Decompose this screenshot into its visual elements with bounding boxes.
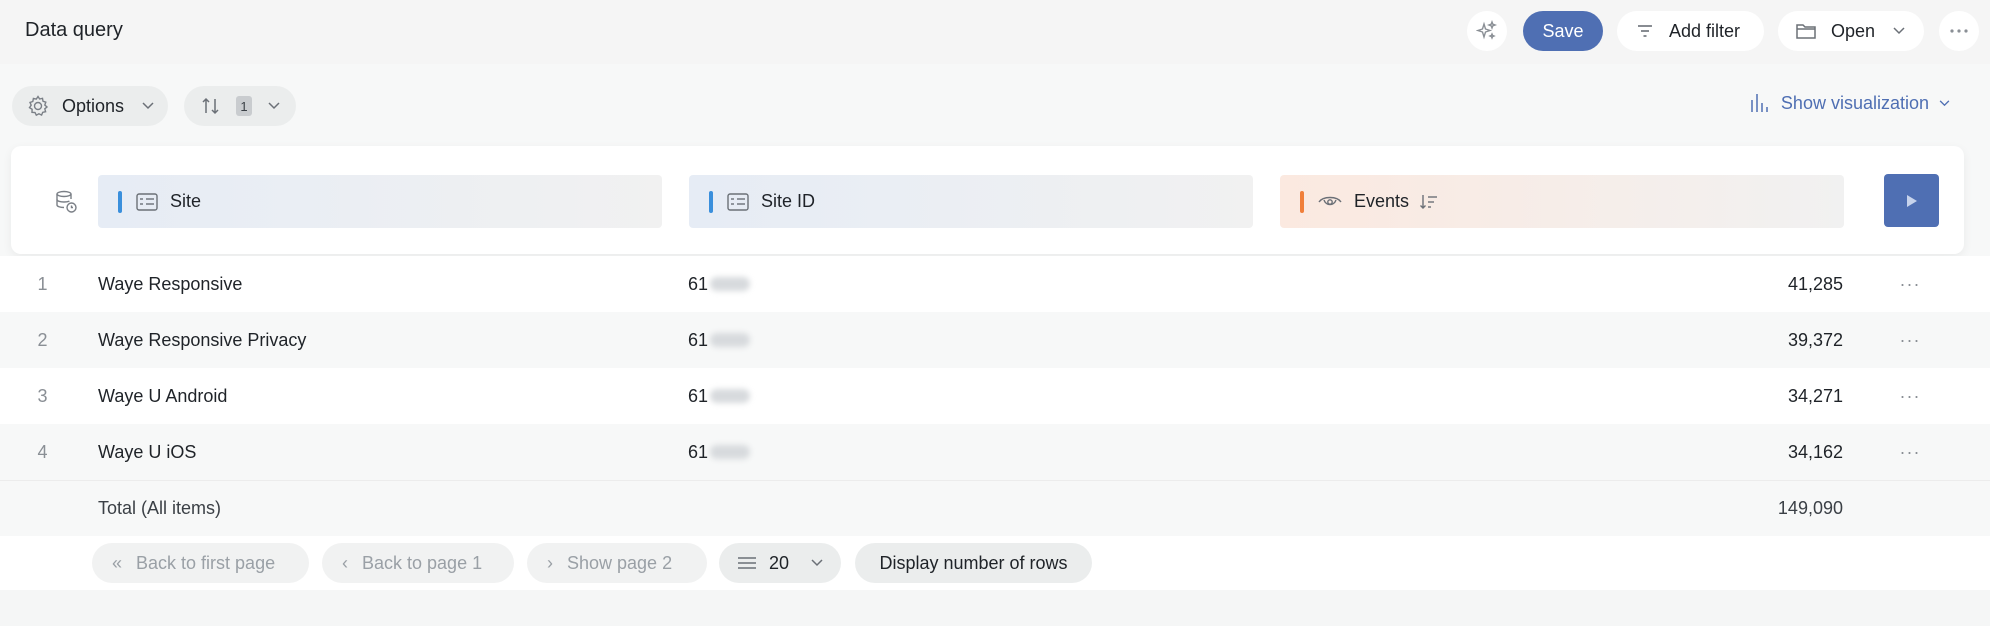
site-cell: Waye Responsive Privacy	[98, 329, 307, 350]
site-cell: Waye U iOS	[98, 441, 197, 462]
redacted-value	[710, 277, 751, 291]
chevron-down-icon	[1893, 27, 1905, 35]
events-cell: 41,285	[1787, 273, 1843, 294]
site-id-cell: 61	[688, 441, 751, 463]
redacted-value	[710, 333, 751, 347]
display-rows-label: Display number of rows	[879, 552, 1068, 573]
display-rows-button[interactable]: Display number of rows	[855, 543, 1092, 583]
rows-per-page-select[interactable]: 20	[719, 543, 841, 583]
site-cell: Waye U Android	[98, 385, 228, 406]
page-title: Data query	[25, 19, 123, 41]
run-query-button[interactable]	[1884, 174, 1939, 227]
chevron-down-icon	[811, 559, 823, 567]
site-id-prefix: 61	[688, 385, 709, 406]
column-header-site-id[interactable]: Site ID	[689, 175, 1253, 228]
data-source-icon[interactable]	[53, 189, 79, 215]
folder-icon	[1796, 24, 1816, 39]
dimension-marker	[709, 190, 713, 213]
chevron-down-icon	[268, 102, 280, 110]
site-id-cell: 61	[688, 329, 751, 351]
row-index: 4	[37, 441, 48, 462]
row-index: 3	[37, 385, 48, 406]
options-label: Options	[62, 95, 125, 116]
chevron-down-icon	[1939, 99, 1950, 106]
next-page-button[interactable]: › Show page 2	[527, 543, 707, 583]
show-visualization-button[interactable]: Show visualization	[1749, 88, 1950, 118]
row-index: 2	[37, 329, 48, 350]
sort-descending-icon[interactable]	[1419, 193, 1439, 211]
next-page-label: Show page 2	[567, 552, 673, 573]
total-label: Total (All items)	[98, 498, 222, 518]
table-header: Site Site ID Events	[11, 146, 1964, 254]
show-visualization-label: Show visualization	[1780, 92, 1929, 113]
ai-assist-button[interactable]	[1467, 11, 1507, 51]
redacted-value	[710, 389, 751, 403]
dimension-list-icon	[727, 192, 749, 211]
sort-arrows-icon	[202, 97, 219, 115]
table-row[interactable]: 2 Waye Responsive Privacy 61 39,372 ···	[0, 312, 1990, 368]
row-more-icon[interactable]: ···	[1895, 330, 1925, 351]
row-more-icon[interactable]: ···	[1895, 386, 1925, 407]
add-filter-label: Add filter	[1669, 20, 1741, 41]
site-id-cell: 61	[688, 273, 751, 295]
open-menu-button[interactable]: Open	[1778, 11, 1924, 51]
total-row: Total (All items) 149,090	[0, 480, 1990, 536]
open-label: Open	[1831, 20, 1876, 41]
filter-icon	[1638, 25, 1652, 37]
table-row[interactable]: 3 Waye U Android 61 34,271 ···	[0, 368, 1990, 424]
events-cell: 34,271	[1787, 385, 1843, 406]
double-chevron-left-icon: «	[112, 552, 123, 573]
redacted-value	[710, 445, 751, 459]
pagination-bar: « Back to first page ‹ Back to page 1 › …	[0, 536, 1990, 590]
site-id-prefix: 61	[688, 329, 709, 350]
column-header-site[interactable]: Site	[98, 175, 662, 228]
sort-button[interactable]: 1	[184, 86, 296, 126]
sparkle-icon	[1476, 20, 1498, 40]
column-header-label: Events	[1354, 191, 1410, 211]
first-page-label: Back to first page	[136, 552, 276, 573]
site-id-prefix: 61	[688, 441, 709, 462]
first-page-button[interactable]: « Back to first page	[92, 543, 309, 583]
total-events-value: 149,090	[1777, 498, 1843, 518]
site-id-cell: 61	[688, 385, 751, 407]
gear-icon	[28, 95, 49, 117]
events-cell: 34,162	[1787, 441, 1843, 462]
eye-icon	[1318, 196, 1342, 205]
save-button[interactable]: Save	[1523, 11, 1603, 51]
more-horizontal-icon	[1950, 29, 1968, 33]
rows-per-page-value: 20	[769, 552, 790, 573]
row-more-icon[interactable]: ···	[1895, 274, 1925, 295]
site-id-prefix: 61	[688, 273, 709, 294]
metric-marker	[1300, 190, 1304, 213]
data-table-body: 1 Waye Responsive 61 41,285 ··· 2 Waye R…	[0, 256, 1990, 536]
previous-page-label: Back to page 1	[362, 552, 483, 573]
previous-page-button[interactable]: ‹ Back to page 1	[322, 543, 514, 583]
bottom-area	[0, 590, 1990, 626]
row-index: 1	[37, 273, 48, 294]
row-more-icon[interactable]: ···	[1895, 442, 1925, 463]
top-bar: Data query Save Add filter Open	[0, 0, 1990, 64]
bar-chart-icon	[1751, 94, 1768, 112]
list-icon	[738, 557, 756, 569]
play-icon	[1906, 194, 1917, 207]
chevron-right-icon: ›	[547, 552, 553, 573]
dimension-list-icon	[136, 192, 158, 211]
sort-count-badge: 1	[236, 96, 252, 116]
add-filter-button[interactable]: Add filter	[1617, 11, 1764, 51]
chevron-down-icon	[142, 102, 154, 110]
column-header-label: Site	[170, 191, 202, 211]
site-cell: Waye Responsive	[98, 273, 243, 294]
column-header-events[interactable]: Events	[1280, 175, 1844, 228]
column-header-label: Site ID	[761, 191, 816, 211]
more-options-button[interactable]	[1939, 11, 1979, 51]
table-row[interactable]: 4 Waye U iOS 61 34,162 ···	[0, 424, 1990, 480]
dimension-marker	[118, 190, 122, 213]
chevron-left-icon: ‹	[342, 552, 348, 573]
events-cell: 39,372	[1787, 329, 1843, 350]
table-row[interactable]: 1 Waye Responsive 61 41,285 ···	[0, 256, 1990, 312]
options-button[interactable]: Options	[12, 86, 168, 126]
